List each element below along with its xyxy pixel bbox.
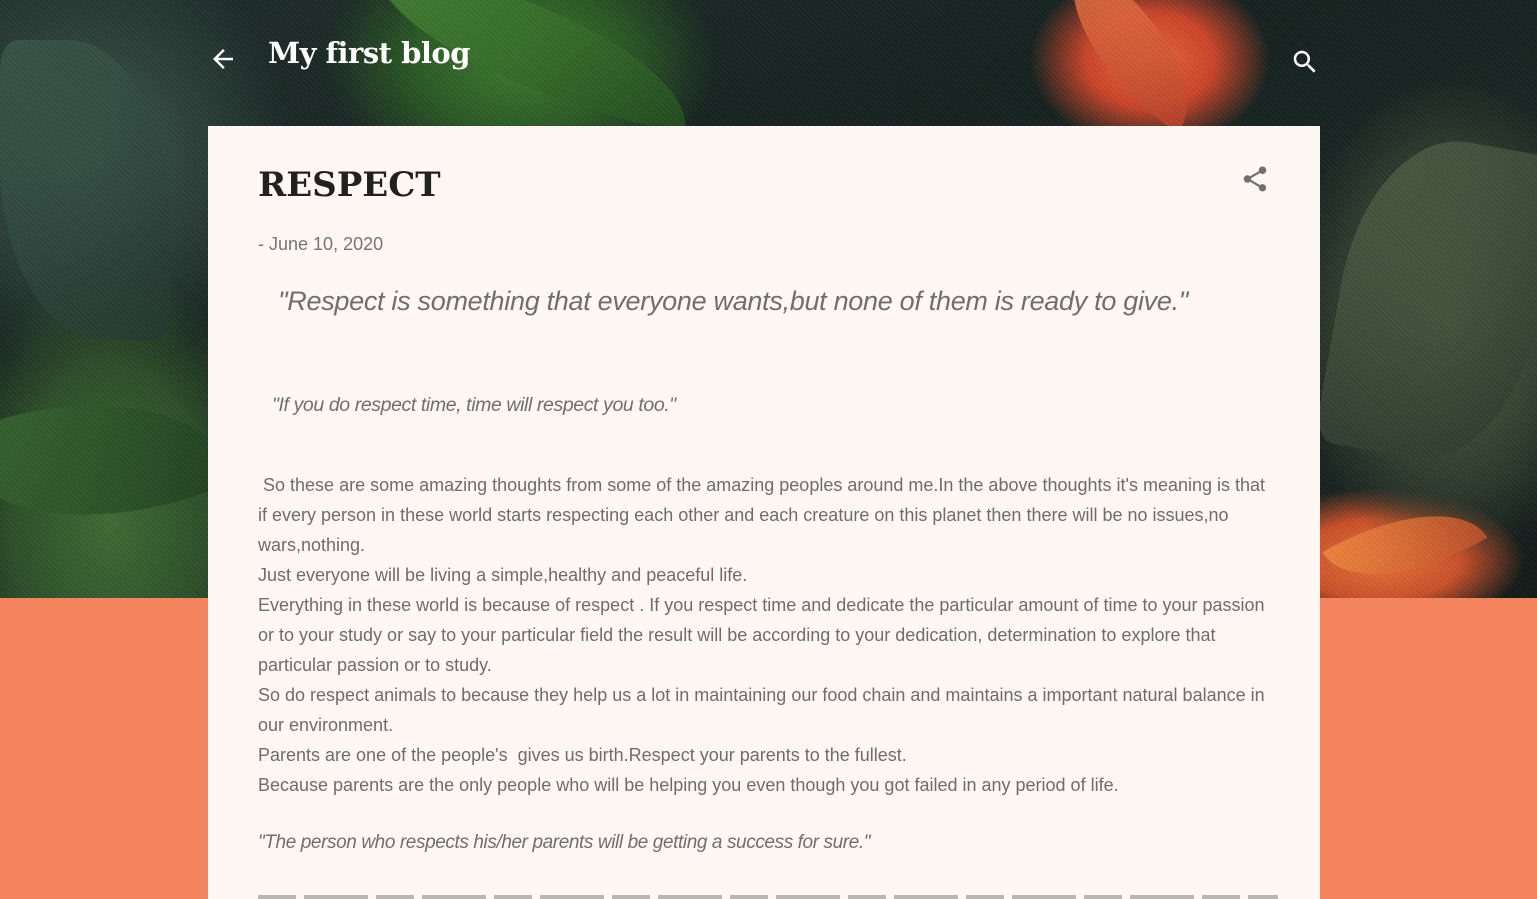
quote-respect-parents: "The person who respects his/her parents… [258, 832, 871, 853]
post-date-link[interactable]: June 10, 2020 [269, 234, 383, 254]
body-paragraph: Because parents are the only people who … [258, 775, 1119, 795]
back-button[interactable] [208, 44, 238, 74]
share-button[interactable] [1240, 164, 1270, 194]
top-bar: My first blog [0, 0, 1537, 120]
post-body: So these are some amazing thoughts from … [258, 470, 1278, 800]
share-icon [1243, 166, 1267, 192]
search-icon [1293, 50, 1316, 73]
body-paragraph: Parents are one of the people's gives us… [258, 745, 907, 765]
truncated-text-line [258, 890, 1278, 899]
body-paragraph: Just everyone will be living a simple,he… [258, 565, 748, 585]
quote-respect-everyone: "Respect is something that everyone want… [278, 286, 1189, 316]
body-paragraph: Everything in these world is because of … [258, 595, 1265, 675]
leaf-decoration [1322, 477, 1488, 613]
truncated-text-fragment [258, 895, 1278, 899]
body-paragraph: So do respect animals to because they he… [258, 685, 1265, 735]
arrow-back-icon [213, 49, 233, 69]
quote-respect-time: "If you do respect time, time will respe… [272, 394, 676, 416]
leaf-decoration [0, 332, 242, 588]
blog-title-link[interactable]: My first blog [268, 36, 471, 70]
blog-page: My first blog RESPECT - June 10, 2020 "R… [0, 0, 1537, 899]
search-button[interactable] [1290, 47, 1320, 77]
leaf-decoration [1313, 125, 1537, 475]
post-title: RESPECT [258, 165, 441, 205]
body-paragraph: So these are some amazing thoughts from … [258, 475, 1271, 555]
date-prefix: - [258, 234, 264, 254]
post-date: - June 10, 2020 [258, 234, 383, 255]
